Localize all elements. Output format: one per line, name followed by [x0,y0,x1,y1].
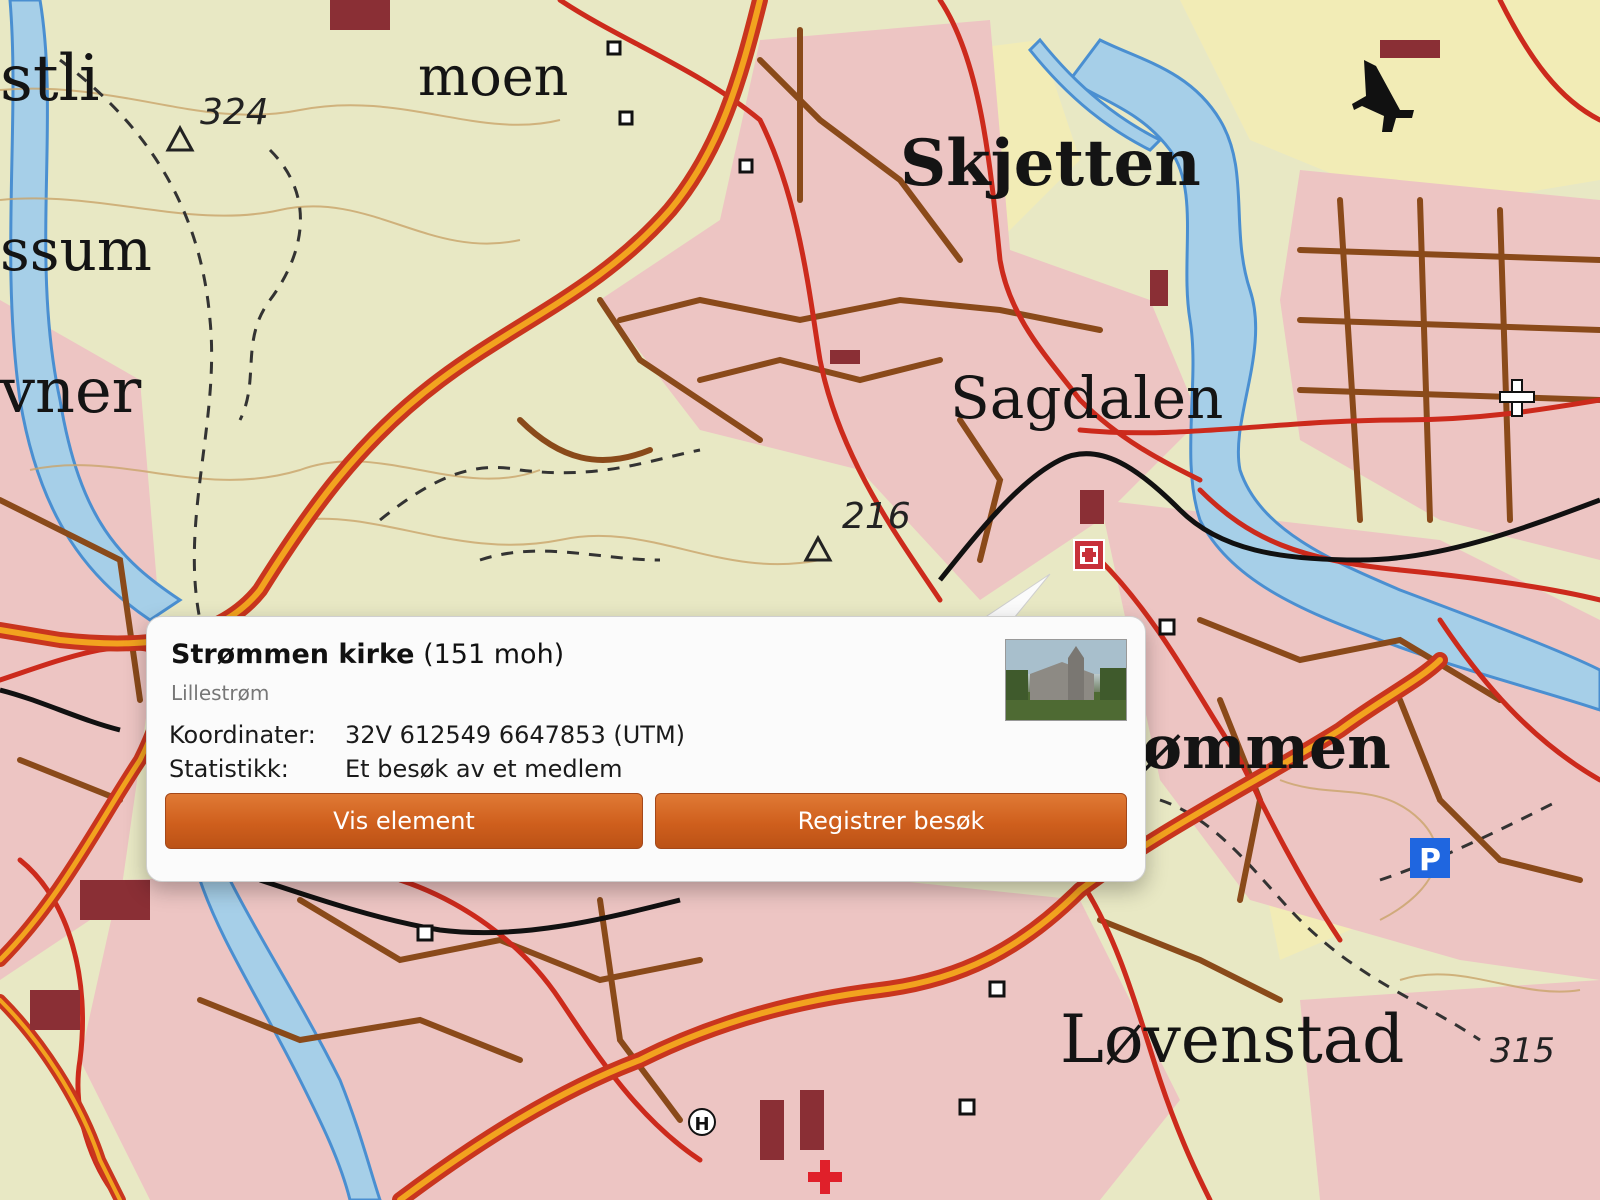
coordinates-value: 32V 612549 6647853 (UTM) [345,721,686,749]
topographic-map[interactable]: P H stli moen ssum vner Skjetten Sagdale… [0,0,1600,1200]
place-label-moen: moen [418,45,568,108]
place-label-sagdalen: Sagdalen [950,364,1223,432]
church-photo-thumbnail[interactable] [1005,639,1127,721]
statistics-label: Statistikk: [169,755,289,783]
place-label-ssum: ssum [0,216,152,284]
place-label-vner: vner [0,354,142,427]
register-visit-button[interactable]: Registrer besøk [655,793,1127,849]
popup-pointer [984,573,1051,619]
parking-icon: P [1410,838,1450,878]
popup-elevation: (151 moh) [423,639,565,670]
coordinates-label: Koordinater: [169,721,316,749]
church-photo-image [1006,640,1126,720]
elevation-216: 216 [842,496,911,537]
place-label-strommen: ømmen [1142,713,1391,783]
place-label-stli: stli [0,42,100,116]
popup-municipality: Lillestrøm [171,681,270,705]
hospital-letter: H [694,1114,709,1135]
view-element-button[interactable]: Vis element [165,793,643,849]
church-icon[interactable] [1073,539,1105,571]
popup-statistics-row: Statistikk: Et besøk av et medlem [169,755,622,783]
place-label-skjetten: Skjetten [900,126,1201,201]
elevation-315: 315 [1490,1031,1555,1071]
place-label-lovenstad: Løvenstad [1060,1001,1404,1078]
popup-coordinates-row: Koordinater: 32V 612549 6647853 (UTM) [169,721,685,749]
popup-title: Strømmen kirke (151 moh) [171,639,564,670]
statistics-value: Et besøk av et medlem [345,755,623,783]
elevation-324: 324 [200,92,269,133]
popup-place-name: Strømmen kirke [171,639,415,670]
location-popup: Strømmen kirke (151 moh) Lillestrøm Koor… [146,616,1146,882]
parking-letter: P [1419,843,1441,878]
